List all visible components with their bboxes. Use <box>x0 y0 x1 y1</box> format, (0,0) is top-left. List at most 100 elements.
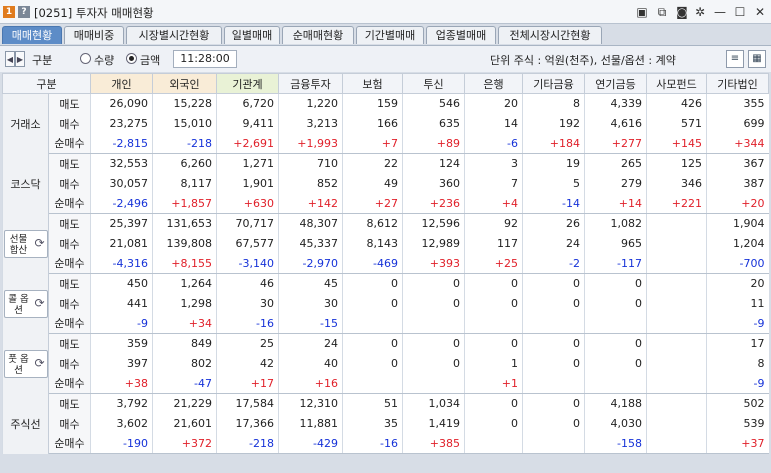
cell-institution: 9,411 <box>216 113 279 134</box>
cell-foreign: -218 <box>152 133 217 154</box>
cell-foreign: -47 <box>152 373 217 394</box>
cell-bank: 0 <box>464 393 523 414</box>
cell-investment-trust: 124 <box>402 153 465 174</box>
cell-investment-trust: +393 <box>402 253 465 274</box>
cell-insurance: 8,612 <box>342 213 403 234</box>
cell-bank: 3 <box>464 153 523 174</box>
header-investment-trust[interactable]: 투신 <box>402 73 465 94</box>
header-pension[interactable]: 연기금등 <box>584 73 647 94</box>
cell-other-corp: 8 <box>706 353 769 374</box>
radio-quantity[interactable] <box>80 53 91 64</box>
prev-icon[interactable]: ◀ <box>5 51 15 67</box>
cell-pension: -117 <box>584 253 647 274</box>
tab-trading-ratio[interactable]: 매매비중 <box>64 26 124 44</box>
row-type-label: 순매수 <box>48 193 91 214</box>
row-type-label: 순매수 <box>48 133 91 154</box>
cell-institution: 1,901 <box>216 173 279 194</box>
group-toggle-button[interactable]: 선물 합산 ⟳ <box>3 229 48 258</box>
radio-amount-label[interactable]: 금액 <box>140 52 160 68</box>
cell-institution: -3,140 <box>216 253 279 274</box>
cell-financial-investment: 852 <box>278 173 343 194</box>
header-other-corp[interactable]: 기타법인 <box>706 73 769 94</box>
cell-other-finance <box>522 313 585 334</box>
cell-other-corp: 387 <box>706 173 769 194</box>
header-foreign[interactable]: 외국인 <box>152 73 217 94</box>
cell-foreign: +1,857 <box>152 193 217 214</box>
cell-financial-investment: 48,307 <box>278 213 343 234</box>
tab-sector[interactable]: 업종별매매 <box>426 26 496 44</box>
header-insurance[interactable]: 보험 <box>342 73 403 94</box>
cell-investment-trust: 12,596 <box>402 213 465 234</box>
row-type-label: 매수 <box>48 413 91 434</box>
header-individual[interactable]: 개인 <box>90 73 153 94</box>
list-icon[interactable]: ≡ <box>726 50 744 68</box>
tab-period[interactable]: 기간별매매 <box>356 26 424 44</box>
refresh-icon[interactable]: ⟳ <box>34 357 44 369</box>
row-type-label: 순매수 <box>48 313 91 334</box>
cell-other-corp: +344 <box>706 133 769 154</box>
tab-net-buy[interactable]: 순매매현황 <box>282 26 354 44</box>
row-type-label: 매도 <box>48 213 91 234</box>
excel-icon[interactable]: ▦ <box>748 50 766 68</box>
cell-bank: 92 <box>464 213 523 234</box>
group-toggle-button[interactable]: 풋 옵션 ⟳ <box>3 349 48 378</box>
close-icon[interactable]: ✕ <box>752 4 768 20</box>
cell-pension: 0 <box>584 273 647 294</box>
radio-amount[interactable] <box>126 53 137 64</box>
maximize-icon[interactable]: ☐ <box>732 4 748 20</box>
camera-icon[interactable]: ◙ <box>674 4 690 20</box>
cell-foreign: 139,808 <box>152 233 217 254</box>
cell-private-fund <box>646 373 707 394</box>
header-bank[interactable]: 은행 <box>464 73 523 94</box>
cell-foreign: 21,229 <box>152 393 217 414</box>
group-label[interactable]: 선물 합산 ⟳ <box>2 213 49 274</box>
cell-pension: 1,082 <box>584 213 647 234</box>
cell-pension: -158 <box>584 433 647 454</box>
tab-daily[interactable]: 일별매매 <box>224 26 280 44</box>
cell-investment-trust: 12,989 <box>402 233 465 254</box>
cell-other-finance: 8 <box>522 93 585 114</box>
cell-other-finance <box>522 373 585 394</box>
tab-market-time[interactable]: 시장별시간현황 <box>126 26 222 44</box>
help-icon[interactable]: ? <box>18 6 30 18</box>
cell-investment-trust: +89 <box>402 133 465 154</box>
cell-institution: 17,366 <box>216 413 279 434</box>
tab-all-market-time[interactable]: 전체시장시간현황 <box>498 26 602 44</box>
header-private-fund[interactable]: 사모펀드 <box>646 73 707 94</box>
table-row: 선물 합산 ⟳ 매도 25,397 131,653 70,717 48,307 8,612 12… <box>2 213 769 274</box>
cell-insurance: 0 <box>342 333 403 354</box>
header-other-finance[interactable]: 기타금융 <box>522 73 585 94</box>
group-label: 거래소 <box>2 93 49 154</box>
next-icon[interactable]: ▶ <box>15 51 25 67</box>
settings-icon[interactable]: ✲ <box>692 4 708 20</box>
cell-other-finance: 0 <box>522 293 585 314</box>
table-row: 매수 3,602 21,601 17,366 11,881 35 1,419 0 0 4,030 5… <box>3 413 769 434</box>
radio-quantity-label[interactable]: 수량 <box>94 52 114 68</box>
group-label[interactable]: 풋 옵션 ⟳ <box>2 333 49 394</box>
cell-individual: -9 <box>90 313 153 334</box>
cell-foreign: 1,298 <box>152 293 217 314</box>
cell-institution: +630 <box>216 193 279 214</box>
cell-financial-investment: -15 <box>278 313 343 334</box>
cell-private-fund <box>646 433 707 454</box>
time-input[interactable]: 11:28:00 <box>173 50 237 68</box>
cell-foreign: 131,653 <box>152 213 217 234</box>
header-institution[interactable]: 기관계 <box>216 73 279 94</box>
refresh-icon[interactable]: ⟳ <box>34 237 44 249</box>
screen-number-badge[interactable]: 1 <box>3 6 15 18</box>
cell-other-corp: 699 <box>706 113 769 134</box>
cell-financial-investment: 11,881 <box>278 413 343 434</box>
minimize-icon[interactable]: — <box>712 4 728 20</box>
cell-financial-investment: -429 <box>278 433 343 454</box>
group-label[interactable]: 콜 옵션 ⟳ <box>2 273 49 334</box>
tab-trading-status[interactable]: 매매현황 <box>2 26 62 44</box>
save-icon[interactable]: ⧉ <box>654 4 670 20</box>
table-row: 매수 397 802 42 40 0 0 1 0 0 8 <box>3 353 769 374</box>
unit-text: 단위 주식 : 억원(천주), 선물/옵션 : 계약 <box>490 54 676 67</box>
refresh-icon[interactable]: ⟳ <box>34 297 44 309</box>
window-title: [0251] 투자자 매매현황 <box>34 6 154 20</box>
group-toggle-button[interactable]: 콜 옵션 ⟳ <box>3 289 48 318</box>
link-icon[interactable]: ▣ <box>634 4 650 20</box>
header-financial-investment[interactable]: 금융투자 <box>278 73 343 94</box>
cell-institution: 25 <box>216 333 279 354</box>
